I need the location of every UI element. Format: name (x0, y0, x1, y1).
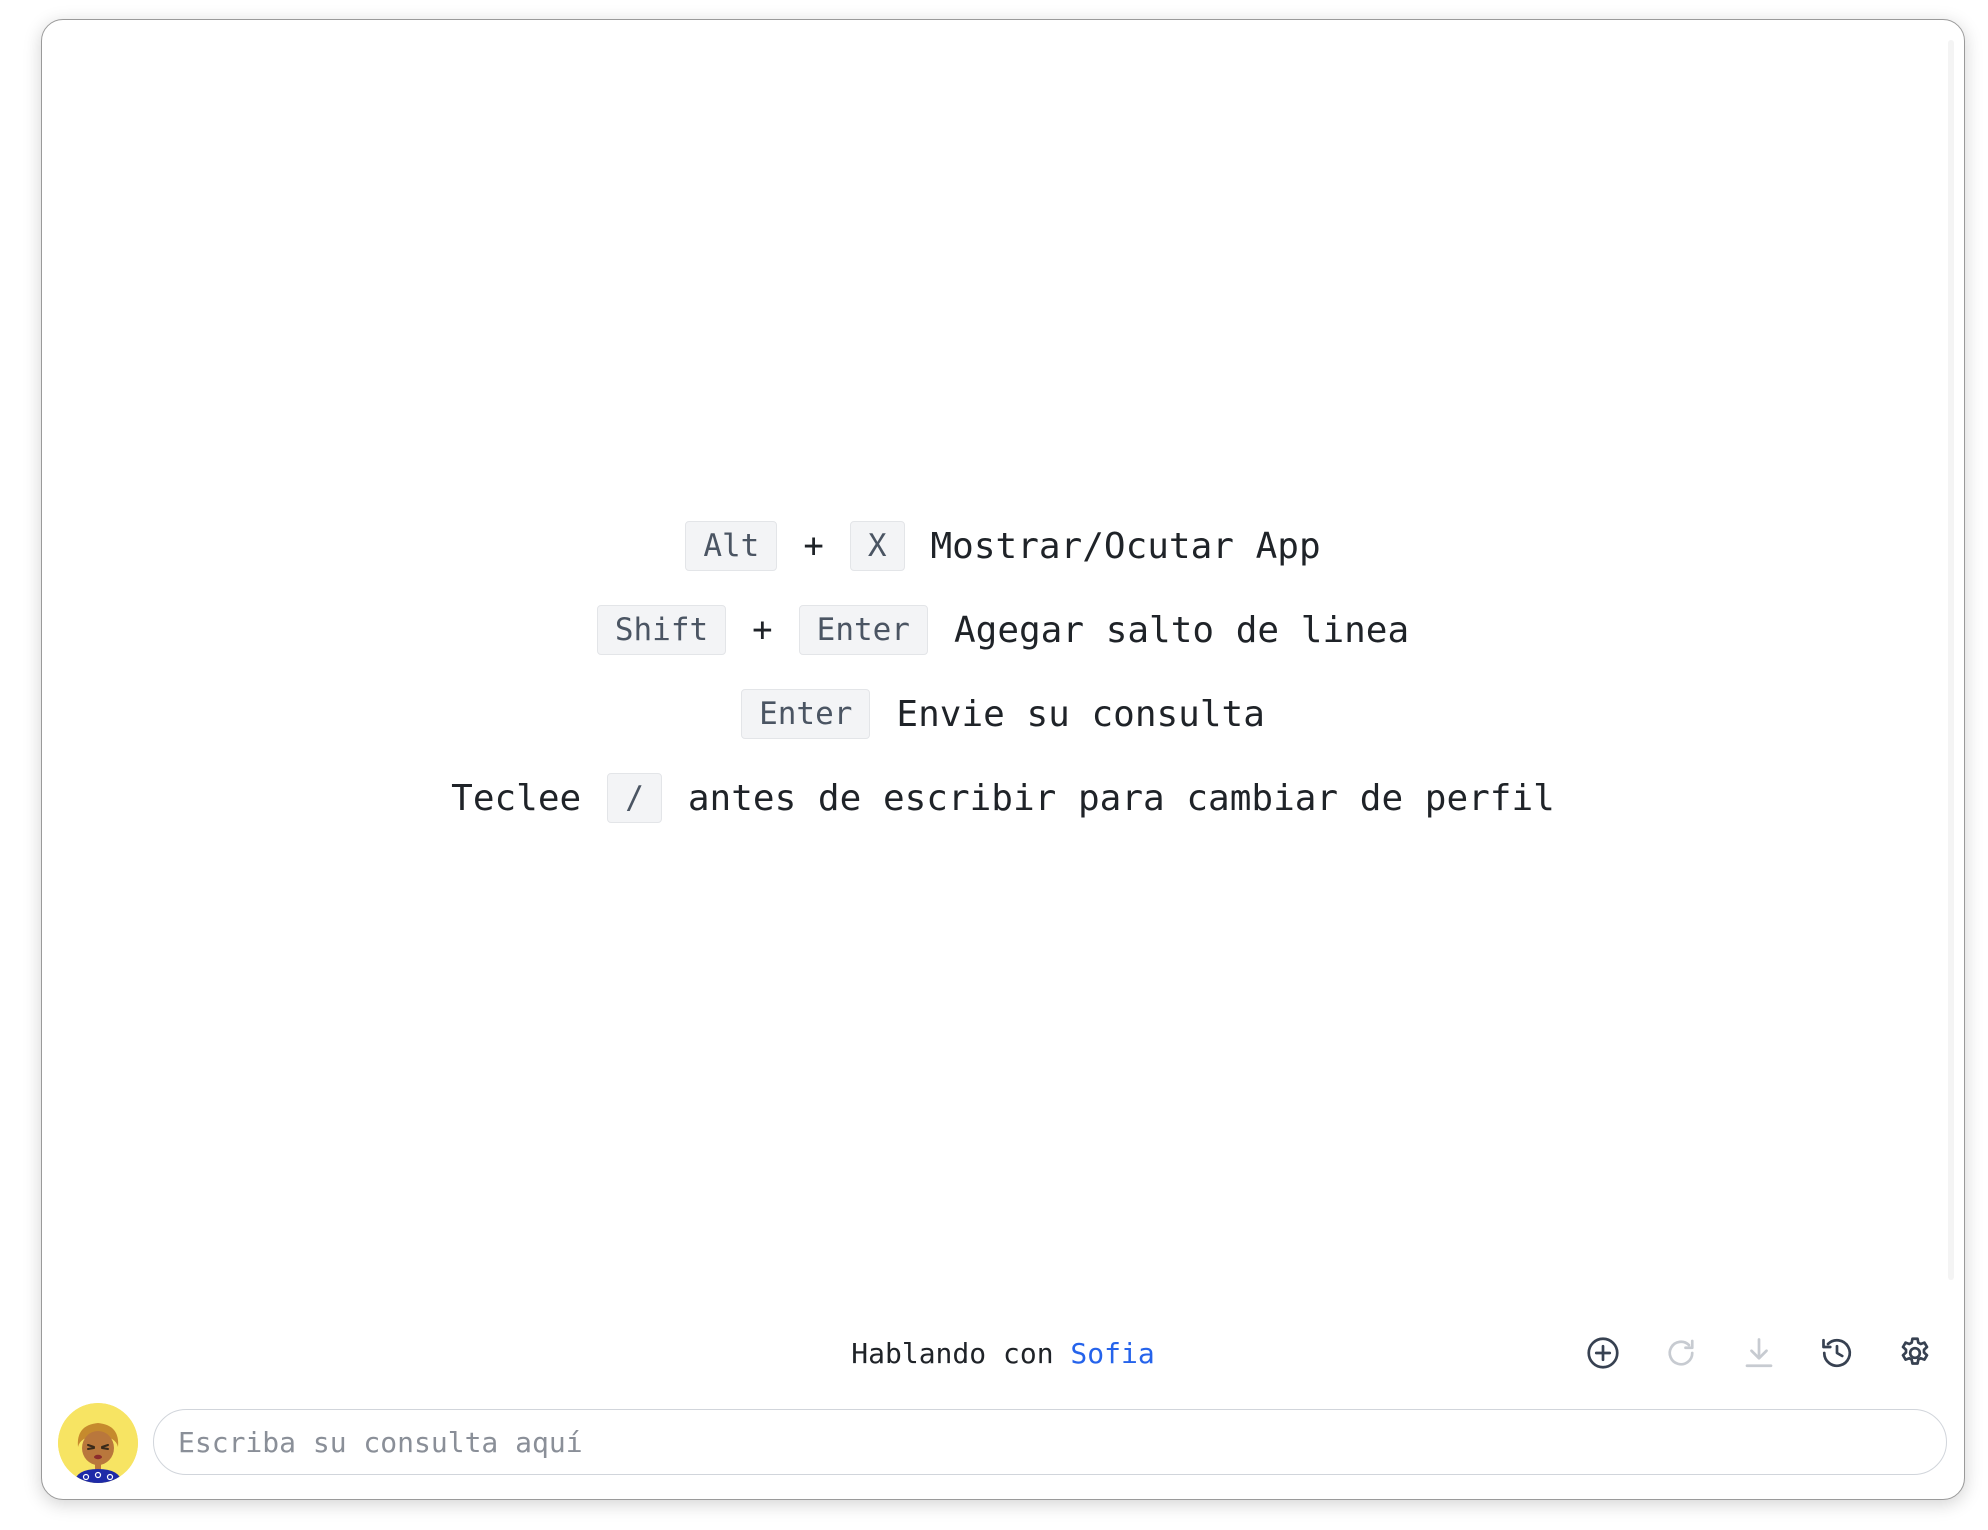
shortcut-row-profile: Teclee / antes de escribir para cambiar … (451, 772, 1555, 824)
app-window: Alt + X Mostrar/Ocutar App Shift + Enter… (41, 19, 1965, 1500)
plus-sign: + (803, 526, 824, 566)
key-slash: / (607, 773, 662, 823)
refresh-icon (1668, 1339, 1694, 1366)
shortcut-row-newline: Shift + Enter Agegar salto de linea (596, 604, 1410, 656)
agent-name-link[interactable]: Sofia (1070, 1337, 1154, 1370)
shortcut-row-send: Enter Envie su consulta (741, 688, 1265, 740)
shortcut-description: Agegar salto de linea (953, 609, 1410, 651)
shortcut-description: Envie su consulta (896, 693, 1265, 735)
settings-button[interactable] (1896, 1334, 1934, 1372)
key-alt: Alt (685, 521, 778, 571)
download-button[interactable] (1740, 1334, 1778, 1372)
plus-sign: + (752, 610, 773, 650)
shortcut-description: Mostrar/Ocutar App (930, 525, 1321, 567)
shortcut-prefix: Teclee (451, 777, 582, 819)
history-button[interactable] (1818, 1334, 1856, 1372)
status-prefix: Hablando con (851, 1337, 1054, 1370)
shortcuts-help: Alt + X Mostrar/Ocutar App Shift + Enter… (42, 520, 1964, 824)
download-icon (1745, 1338, 1773, 1368)
key-enter: Enter (798, 605, 928, 655)
shortcut-description: antes de escribir para cambiar de perfil (687, 777, 1555, 819)
shortcut-row-toggle-app: Alt + X Mostrar/Ocutar App (685, 520, 1321, 572)
new-chat-icon (1587, 1337, 1619, 1369)
chat-input-container (153, 1409, 1947, 1475)
key-enter: Enter (741, 689, 871, 739)
toolbar (1584, 1334, 1934, 1372)
refresh-button[interactable] (1662, 1334, 1700, 1372)
history-icon (1822, 1338, 1852, 1368)
key-shift: Shift (596, 605, 727, 655)
new-chat-button[interactable] (1584, 1334, 1622, 1372)
user-avatar[interactable] (58, 1403, 138, 1483)
key-x: X (849, 521, 905, 571)
settings-icon (1901, 1337, 1929, 1365)
user-avatar-icon (58, 1403, 138, 1483)
chat-input[interactable] (154, 1410, 1946, 1474)
